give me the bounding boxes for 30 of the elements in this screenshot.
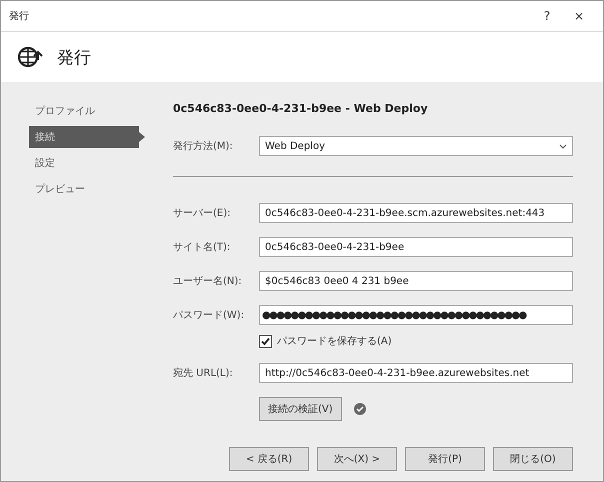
- profile-title: 0c546c83-0ee0-4-231-b9ee - Web Deploy: [173, 102, 429, 117]
- field-label: ユーザー名(N):: [173, 275, 243, 288]
- window-title: 発行: [9, 10, 30, 23]
- input-field[interactable]: 0c546c83-0ee0-4-231-b9ee.scm.azurewebsites.net:443: [259, 203, 573, 223]
- chevron-icon: [559, 144, 567, 148]
- dialog-button[interactable]: < 戻る(R): [229, 447, 309, 471]
- dialog-button[interactable]: 次へ(X) >: [317, 447, 397, 471]
- field-label: サーバー(E):: [173, 207, 232, 220]
- method-dropdown[interactable]: Web Deploy: [259, 136, 573, 156]
- dialog-button[interactable]: 発行(P): [405, 447, 485, 471]
- input-field[interactable]: ●●●●●●●●●●●●●●●●●●●●●●●●●●●●●●●●●●●●●: [259, 305, 573, 325]
- input-field[interactable]: $0c546c83 0ee0 4 231 b9ee: [259, 271, 573, 291]
- help-button[interactable]: ?: [531, 9, 563, 23]
- header-title: 発行: [57, 46, 91, 68]
- globe-upload-icon: [17, 45, 43, 69]
- checkbox[interactable]: [259, 334, 272, 348]
- input-field[interactable]: http://0c546c83-0ee0-4-231-b9ee.azurewebsites.net: [259, 363, 573, 383]
- sidebar-item[interactable]: プロファイル: [29, 100, 141, 122]
- close-button[interactable]: ×: [563, 9, 595, 23]
- field-label: サイト名(T):: [173, 241, 232, 254]
- sidebar-item[interactable]: プレビュー: [29, 178, 141, 200]
- sidebar-item[interactable]: 接続: [29, 126, 145, 148]
- input-field[interactable]: 0c546c83-0ee0-4-231-b9ee: [259, 237, 573, 257]
- checkbox-label: パスワードを保存する(A): [277, 335, 392, 348]
- sidebar-item[interactable]: 設定: [29, 152, 141, 174]
- field-label: 発行方法(M):: [173, 140, 234, 153]
- validate-button[interactable]: 接続の検証(V): [259, 397, 342, 421]
- field-label: 宛先 URL(L):: [173, 366, 234, 380]
- field-label: パスワード(W):: [173, 309, 246, 322]
- dialog-button[interactable]: 閉じる(O): [493, 447, 573, 471]
